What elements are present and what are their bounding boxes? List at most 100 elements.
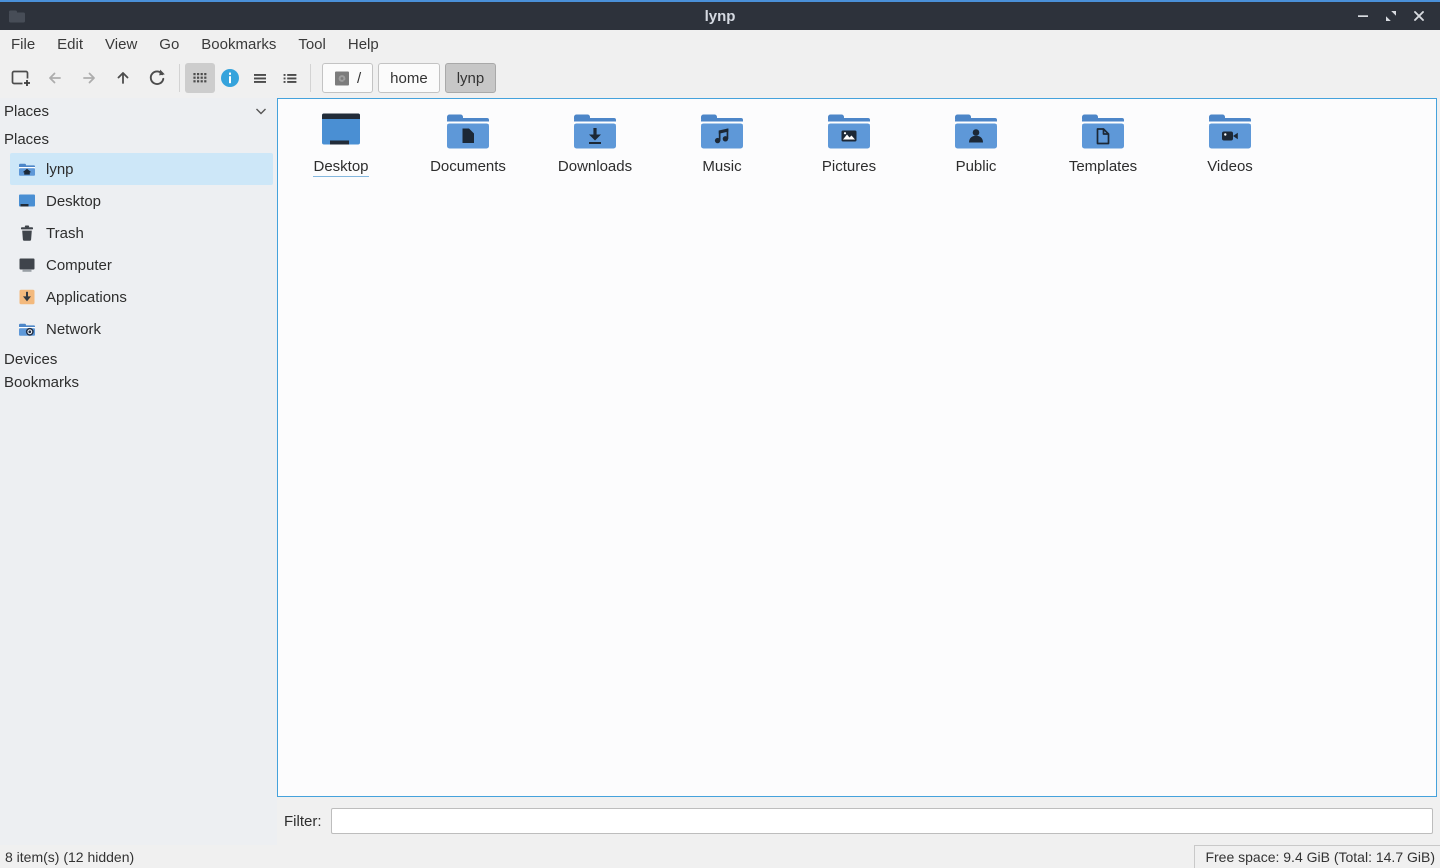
chevron-down-icon xyxy=(255,107,267,116)
sidebar-item-label: Trash xyxy=(46,225,84,242)
folder-label: Templates xyxy=(1069,158,1137,176)
folder-view[interactable]: Desktop Documents xyxy=(277,98,1437,797)
path-lynp-button[interactable]: lynp xyxy=(445,63,497,93)
refresh-icon xyxy=(147,68,167,88)
folder-item-downloads[interactable]: Downloads xyxy=(539,105,651,177)
sidebar-item-desktop[interactable]: Desktop xyxy=(10,185,273,217)
menu-tool[interactable]: Tool xyxy=(287,33,337,56)
window-folder-icon xyxy=(8,9,26,23)
sidebar-item-label: Network xyxy=(46,321,101,338)
public-folder-icon xyxy=(952,112,1000,150)
new-tab-button[interactable] xyxy=(4,63,38,93)
file-manager-window: lynp File Edit View Go Bookmarks Too xyxy=(0,0,1440,868)
list-view-button[interactable] xyxy=(275,63,305,93)
trash-icon xyxy=(18,225,36,241)
folder-item-desktop[interactable]: Desktop xyxy=(285,105,397,177)
menu-view[interactable]: View xyxy=(94,33,148,56)
filter-input[interactable] xyxy=(331,808,1434,834)
folder-item-templates[interactable]: Templates xyxy=(1047,105,1159,177)
sidebar-item-network[interactable]: Network xyxy=(10,313,273,345)
sidebar-item-lynp[interactable]: lynp xyxy=(10,153,273,185)
filter-label: Filter: xyxy=(284,813,322,830)
sidebar-item-label: Applications xyxy=(46,289,127,306)
home-folder-icon xyxy=(18,161,36,177)
list-view-icon xyxy=(280,68,300,88)
window-controls xyxy=(1356,9,1440,23)
sidebar-section-bookmarks[interactable]: Bookmarks xyxy=(4,371,273,394)
hamburger-menu-icon xyxy=(250,68,270,88)
content-column: Desktop Documents xyxy=(277,98,1440,845)
folder-item-videos[interactable]: Videos xyxy=(1174,105,1286,177)
desktop-icon xyxy=(18,193,36,209)
network-icon xyxy=(18,321,36,337)
window-title: lynp xyxy=(0,8,1440,25)
toolbar-separator xyxy=(179,64,180,92)
computer-icon xyxy=(18,257,36,273)
folder-item-public[interactable]: Public xyxy=(920,105,1032,177)
grid-view-icon xyxy=(190,68,210,88)
menu-help[interactable]: Help xyxy=(337,33,390,56)
sidebar-section-devices[interactable]: Devices xyxy=(4,348,273,371)
folder-item-documents[interactable]: Documents xyxy=(412,105,524,177)
icon-view-button[interactable] xyxy=(185,63,215,93)
folder-label: Downloads xyxy=(558,158,632,176)
sidebar: Places Places lynp xyxy=(0,98,277,845)
folder-grid: Desktop Documents xyxy=(280,105,1434,177)
status-item-count: 8 item(s) (12 hidden) xyxy=(0,845,1194,868)
videos-folder-icon xyxy=(1206,112,1254,150)
path-segment-label: lynp xyxy=(457,70,485,87)
menu-file[interactable]: File xyxy=(0,33,46,56)
status-bar: 8 item(s) (12 hidden) Free space: 9.4 Gi… xyxy=(0,845,1440,868)
sidebar-pane-selector[interactable]: Places xyxy=(0,98,277,124)
sidebar-footer: Devices Bookmarks xyxy=(0,345,277,397)
folder-item-pictures[interactable]: Pictures xyxy=(793,105,905,177)
folder-label: Public xyxy=(956,158,997,176)
menu-edit[interactable]: Edit xyxy=(46,33,94,56)
info-icon xyxy=(220,68,240,88)
path-home-button[interactable]: home xyxy=(378,63,440,93)
menu-bookmarks[interactable]: Bookmarks xyxy=(190,33,287,56)
toolbar: / home lynp xyxy=(0,58,1440,98)
forward-icon xyxy=(79,68,99,88)
desktop-folder-icon xyxy=(317,112,365,150)
folder-label: Pictures xyxy=(822,158,876,176)
drive-icon xyxy=(334,70,351,87)
sidebar-item-label: Desktop xyxy=(46,193,101,210)
minimize-button[interactable] xyxy=(1356,9,1370,23)
back-button[interactable] xyxy=(38,63,72,93)
titlebar[interactable]: lynp xyxy=(0,0,1440,30)
path-root-button[interactable]: / xyxy=(322,63,373,93)
refresh-button[interactable] xyxy=(140,63,174,93)
restore-button[interactable] xyxy=(1384,9,1398,23)
up-icon xyxy=(113,68,133,88)
pictures-folder-icon xyxy=(825,112,873,150)
close-button[interactable] xyxy=(1412,9,1426,23)
path-segment-label: home xyxy=(390,70,428,87)
sidebar-item-trash[interactable]: Trash xyxy=(10,217,273,249)
music-folder-icon xyxy=(698,112,746,150)
folder-label: Music xyxy=(702,158,741,176)
path-bar: / home lynp xyxy=(322,63,496,93)
menubar: File Edit View Go Bookmarks Tool Help xyxy=(0,30,1440,58)
folder-label: Videos xyxy=(1207,158,1253,176)
info-view-button[interactable] xyxy=(215,63,245,93)
sidebar-group-label: Places xyxy=(0,124,277,153)
filter-bar: Filter: xyxy=(277,797,1440,845)
sidebar-item-applications[interactable]: Applications xyxy=(10,281,273,313)
window-body: Places Places lynp xyxy=(0,98,1440,845)
folder-label: Desktop xyxy=(313,158,368,177)
documents-folder-icon xyxy=(444,112,492,150)
forward-button[interactable] xyxy=(72,63,106,93)
compact-view-button[interactable] xyxy=(245,63,275,93)
sidebar-item-computer[interactable]: Computer xyxy=(10,249,273,281)
menu-go[interactable]: Go xyxy=(148,33,190,56)
up-button[interactable] xyxy=(106,63,140,93)
sidebar-pane-title: Places xyxy=(4,103,49,120)
status-free-space: Free space: 9.4 GiB (Total: 14.7 GiB) xyxy=(1194,845,1440,868)
folder-item-music[interactable]: Music xyxy=(666,105,778,177)
applications-icon xyxy=(18,289,36,305)
back-icon xyxy=(45,68,65,88)
toolbar-separator xyxy=(310,64,311,92)
new-tab-icon xyxy=(10,68,32,88)
downloads-folder-icon xyxy=(571,112,619,150)
